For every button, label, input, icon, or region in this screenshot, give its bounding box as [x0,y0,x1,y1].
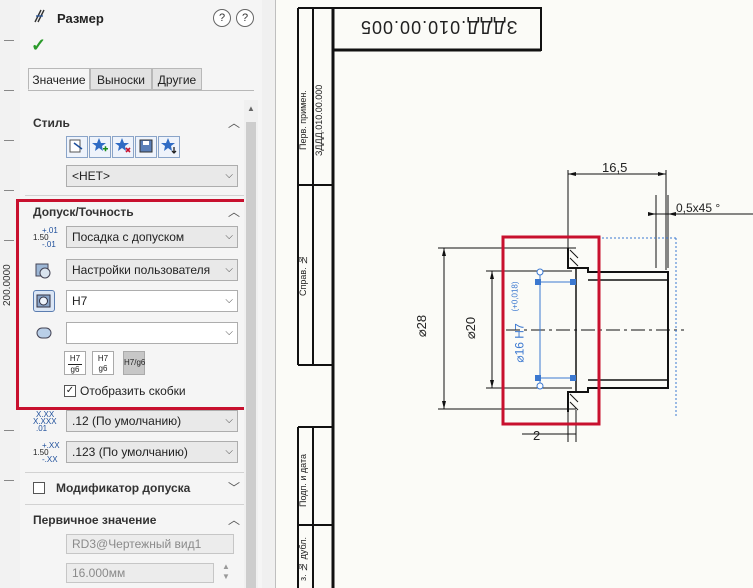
ruler-tick [4,40,14,41]
side-label-code: ЗДДД.010.00.000 [314,84,324,156]
tab-leaders[interactable]: Выноски [90,68,152,90]
style-section-title: Стиль [33,116,70,130]
chevron-down-icon: ⌵ [225,170,233,181]
dimension-diameter-28[interactable]: ⌀28 [414,315,430,337]
tolerance-precision-combo[interactable]: .123 (По умолчанию) ⌵ [66,441,238,463]
chevron-down-icon: ⌵ [225,415,233,426]
apply-default-style-button[interactable] [66,136,88,158]
section-divider [25,504,257,505]
tolerance-highlight-box [16,199,253,410]
tolerance-precision-icon: +.XX 1.50 -.XX [33,441,60,464]
ruler-tick [4,430,14,431]
primary-value-collapse-chevron-icon[interactable]: ︿ [227,514,241,526]
tolerance-precision-value: .123 (По умолчанию) [72,445,188,459]
style-combo-value: <НЕТ> [72,169,111,183]
scroll-up-arrow-icon[interactable]: ▲ [246,104,256,114]
whats-new-help-icon[interactable]: ? [236,9,254,27]
help-icon[interactable]: ? [213,9,231,27]
delete-style-button[interactable] [112,136,134,158]
ruler-tick [4,240,14,241]
primary-reference-field: RD3@Чертежный вид1 [66,534,234,554]
tolerance-modifier-checkbox[interactable] [33,482,45,494]
drawing-sheet[interactable]: ЗДДД.010.00.005 Перв. примен. ЗДДД.010.0… [276,0,753,588]
modifier-section-title: Модификатор допуска [56,481,191,495]
add-style-button[interactable] [89,136,111,158]
tab-divider [28,90,254,91]
ruler-value: 200.0000 [2,264,13,306]
chevron-down-icon: ⌵ [225,446,233,457]
dimension-2[interactable]: 2 [533,428,540,443]
ruler-tick [4,140,14,141]
side-label-dubl: з. № дубл. [298,537,308,581]
ruler-tick [4,480,14,481]
style-collapse-chevron-icon[interactable]: ︿ [227,117,241,129]
side-label-sprav: Справ. № [298,254,308,296]
section-divider [25,195,257,196]
side-label-podp-data: Подп. и дата [298,453,308,507]
ruler-tick [4,90,14,91]
dimension-tolerance-value[interactable]: (+0,018) [511,281,520,311]
side-label-perv-primen: Перв. примен. [298,90,308,150]
ok-checkmark-icon[interactable]: ✓ [31,35,46,56]
dimension-16-5[interactable]: 16,5 [602,160,627,175]
tab-value[interactable]: Значение [28,68,90,90]
dimension-diameter-20[interactable]: ⌀20 [463,317,479,339]
primary-precision-combo[interactable]: .12 (По умолчанию) ⌵ [66,410,238,432]
dimension-diameter-16-h7[interactable]: ⌀16 H7 [513,323,527,362]
modifier-expand-chevron-icon[interactable]: ﹀ [227,482,241,494]
panel-title: Размер [57,11,104,26]
primary-precision-value: .12 (По умолчанию) [72,414,182,428]
primary-precision-icon: X.XX X.XXX .01 [33,410,57,433]
load-style-button[interactable] [158,136,180,158]
splitter-bar[interactable] [262,0,276,588]
panel-scrollbar-thumb[interactable] [246,122,256,588]
value-spin-icon: ▲ ▼ [222,562,230,581]
dimension-icon [33,8,49,24]
primary-value-field: 16.000мм [66,563,214,583]
dimension-chamfer[interactable]: 0,5x45 ° [676,201,720,215]
primary-value-section-title: Первичное значение [33,513,157,527]
style-combo[interactable]: <НЕТ> ⌵ [66,165,238,187]
section-divider [25,472,257,473]
ruler-tick [4,190,14,191]
tab-other[interactable]: Другие [152,68,202,90]
save-style-button[interactable] [135,136,157,158]
panel-header: Размер ? ? ✓ [20,0,262,64]
title-block-designation: ЗДДД.010.00.005 [360,17,518,37]
